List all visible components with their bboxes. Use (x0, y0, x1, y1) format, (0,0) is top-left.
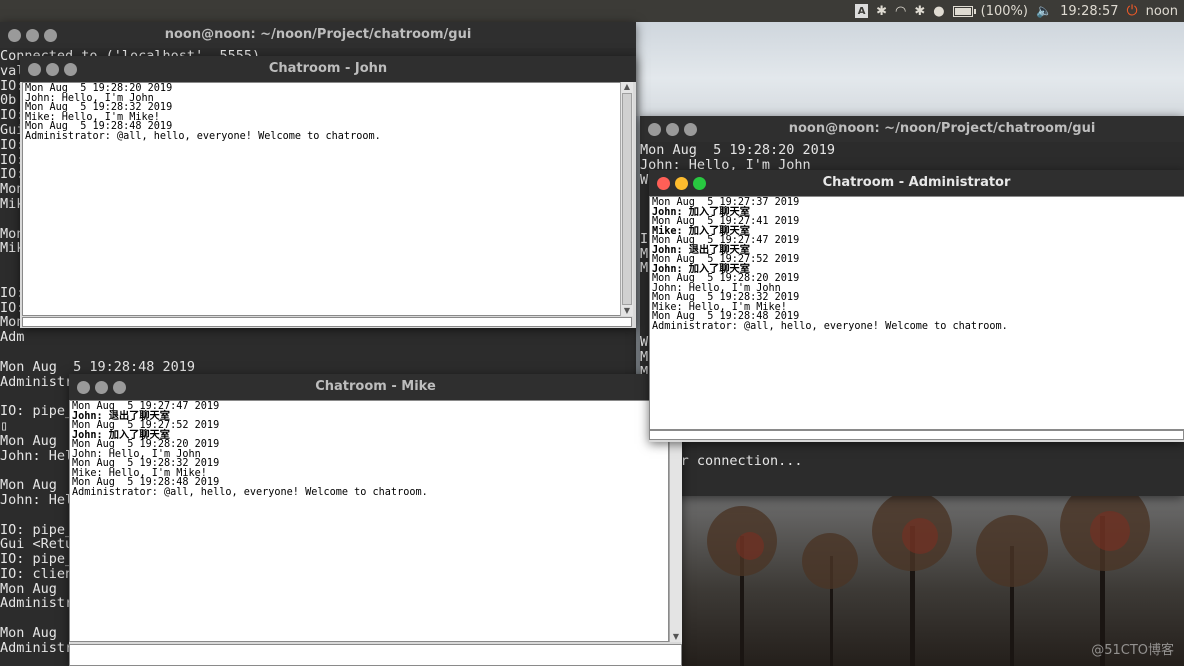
chat-message-line: Administrator: @all, hello, everyone! We… (25, 130, 381, 142)
battery-percent[interactable]: (100%) (981, 4, 1028, 19)
chat-icon[interactable]: ● (933, 4, 944, 19)
keyboard-layout-indicator[interactable]: A (855, 4, 869, 18)
terminal-left-titlebar[interactable]: noon@noon: ~/noon/Project/chatroom/gui (0, 22, 636, 48)
desktop-wallpaper-trees: @51CTO博客 (680, 496, 1184, 666)
chat-history[interactable]: Mon Aug 5 19:28:20 2019 John: Hello, I'm … (22, 82, 622, 316)
chatroom-administrator-window[interactable]: Chatroom - Administrator Mon Aug 5 19:27… (649, 170, 1184, 442)
terminal-line: Adm (0, 329, 25, 346)
scrollbar-thumb[interactable] (622, 93, 632, 305)
chatroom-mike-window[interactable]: Chatroom - Mike Mon Aug 5 19:27:47 2019 J… (69, 374, 682, 666)
chatroom-administrator-titlebar[interactable]: Chatroom - Administrator (649, 170, 1184, 196)
chatroom-administrator-title: Chatroom - Administrator (822, 175, 1011, 190)
user-name[interactable]: noon (1146, 4, 1178, 19)
bluetooth-status-icon[interactable]: ✱ (914, 4, 925, 19)
chat-history[interactable]: Mon Aug 5 19:27:47 2019 John: 退出了聊天室 Mon A… (69, 400, 669, 642)
chat-scrollbar[interactable]: ▲ ▼ (620, 82, 633, 316)
desktop-wallpaper-sky (636, 22, 1184, 116)
terminal-left-title: noon@noon: ~/noon/Project/chatroom/gui (164, 27, 472, 42)
message-input[interactable] (69, 644, 682, 666)
chat-message-line: Administrator: @all, hello, everyone! We… (652, 320, 1008, 332)
terminal-line: ng for connection... (640, 452, 803, 469)
terminal-line: Mon Aug 5 19:28:48 2019 (0, 358, 196, 375)
message-input[interactable] (22, 317, 632, 327)
chatroom-john-title: Chatroom - John (268, 61, 388, 76)
scroll-down-icon[interactable]: ▼ (670, 632, 682, 642)
chatroom-john-titlebar[interactable]: Chatroom - John (20, 56, 636, 82)
terminal-right-title: noon@noon: ~/noon/Project/chatroom/gui (788, 121, 1096, 136)
terminal-line: Mon Aug 5 19:28:20 2019 (640, 142, 836, 158)
chat-history[interactable]: Mon Aug 5 19:27:37 2019 John: 加入了聊天室 Mon A… (649, 196, 1184, 430)
message-input[interactable] (649, 430, 1184, 440)
chatroom-mike-title: Chatroom - Mike (315, 379, 436, 394)
terminal-right-titlebar[interactable]: noon@noon: ~/noon/Project/chatroom/gui (640, 116, 1184, 142)
volume-icon[interactable]: 🔈 (1036, 4, 1052, 19)
scroll-up-icon[interactable]: ▲ (621, 82, 633, 92)
power-icon[interactable]: ⏻ (1127, 3, 1138, 19)
bluetooth-icon[interactable]: ✱ (876, 4, 887, 19)
chatroom-john-window[interactable]: Chatroom - John Mon Aug 5 19:28:20 2019 J… (20, 56, 636, 328)
system-tray: A ✱ ◠ ✱ ● (100%) 🔈 19:28:57 ⏻ noon (855, 0, 1184, 22)
watermark: @51CTO博客 (1091, 643, 1174, 658)
chat-message-line: Administrator: @all, hello, everyone! We… (72, 486, 428, 498)
top-panel: A ✱ ◠ ✱ ● (100%) 🔈 19:28:57 ⏻ noon (0, 0, 1184, 22)
battery-icon[interactable] (952, 5, 976, 17)
scroll-down-icon[interactable]: ▼ (621, 306, 633, 316)
wifi-icon[interactable]: ◠ (895, 4, 906, 19)
clock[interactable]: 19:28:57 (1060, 4, 1118, 19)
chatroom-mike-titlebar[interactable]: Chatroom - Mike (69, 374, 682, 400)
